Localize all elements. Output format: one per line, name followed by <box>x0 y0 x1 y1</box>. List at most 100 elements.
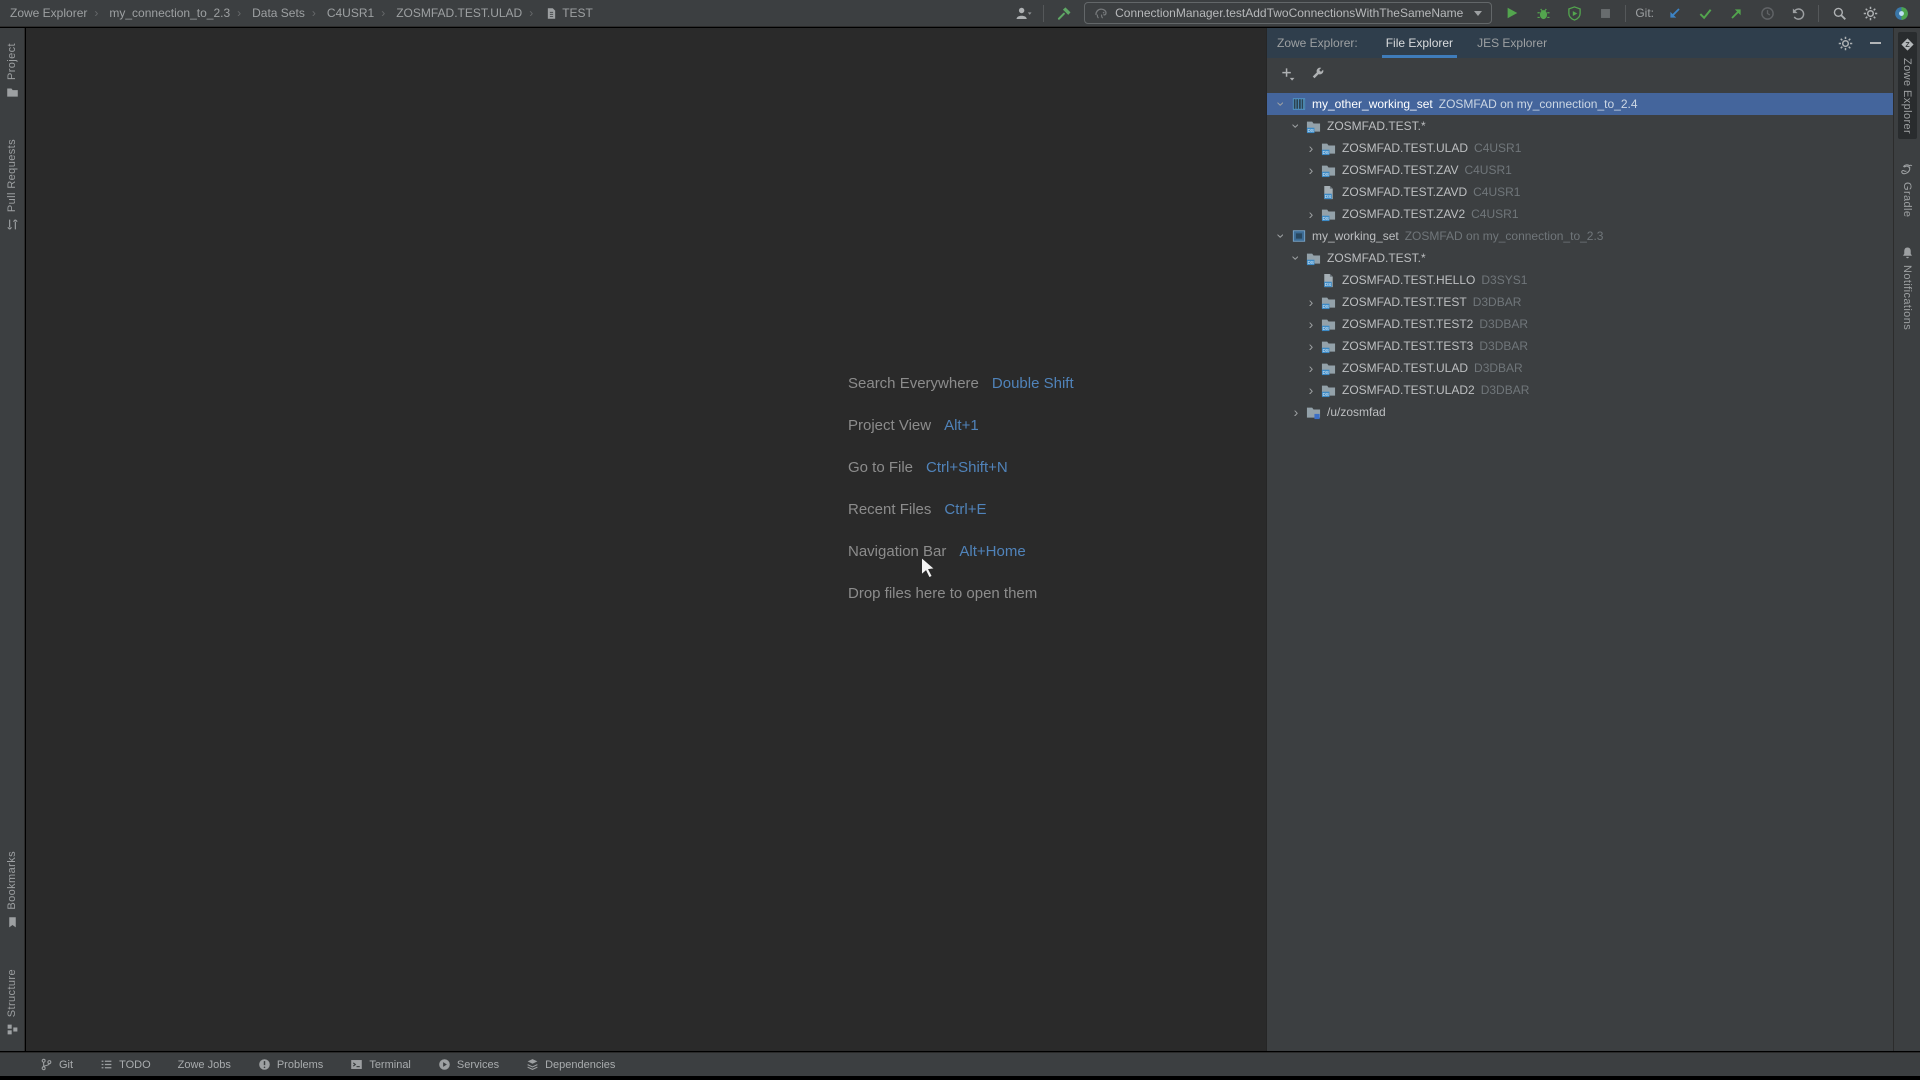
breadcrumb-item[interactable]: Zowe Explorer <box>10 6 87 20</box>
settings-button[interactable] <box>1859 2 1881 24</box>
folder-ds-icon: DS <box>1320 140 1337 156</box>
status-bar-item[interactable]: Problems <box>258 1058 323 1071</box>
status-bar-item[interactable]: Terminal <box>350 1058 411 1071</box>
stripe-button[interactable]: Z Zowe Explorer <box>1898 32 1917 139</box>
tree-row[interactable]: DS ZOSMFAD.TEST.TEST3 D3DBAR <box>1267 335 1893 357</box>
wrench-settings-button[interactable] <box>1309 64 1327 82</box>
minimize-button[interactable] <box>1867 35 1883 51</box>
stripe-button[interactable]: Notifications <box>1899 241 1916 335</box>
small-file-icon <box>544 5 558 21</box>
ide-logo-icon[interactable] <box>1890 2 1912 24</box>
run-button[interactable] <box>1501 2 1523 24</box>
tree-row[interactable]: DS ZOSMFAD.TEST.ULAD2 D3DBAR <box>1267 379 1893 401</box>
tool-window-tab[interactable]: JES Explorer <box>1465 28 1559 58</box>
tree-row[interactable]: my_other_working_set ZOSMFAD on my_conne… <box>1267 93 1893 115</box>
tree-chevron-icon[interactable] <box>1288 251 1304 265</box>
file-ds-icon: DS <box>1320 184 1337 200</box>
svg-text:DS: DS <box>1322 370 1329 375</box>
tree-chevron-icon[interactable] <box>1288 405 1304 419</box>
tree-row[interactable]: DS ZOSMFAD.TEST.TEST2 D3DBAR <box>1267 313 1893 335</box>
tree-row[interactable]: DS ZOSMFAD.TEST.ZAVD C4USR1 <box>1267 181 1893 203</box>
status-bar-item[interactable]: Services <box>438 1058 499 1071</box>
folder-ds-icon: DS <box>1320 316 1337 332</box>
tree-chevron-icon[interactable] <box>1303 141 1319 155</box>
history-button[interactable] <box>1756 2 1778 24</box>
tree-row[interactable]: DS ZOSMFAD.TEST.ZAV C4USR1 <box>1267 159 1893 181</box>
git-push-button[interactable] <box>1725 2 1747 24</box>
tree-chevron-icon[interactable] <box>1303 207 1319 221</box>
tree-row[interactable]: DS ZOSMFAD.TEST.ULAD C4USR1 <box>1267 137 1893 159</box>
tree-row[interactable]: /u/zosmfad <box>1267 401 1893 423</box>
minimize-icon <box>1870 42 1881 44</box>
tree-row[interactable]: DS ZOSMFAD.TEST.HELLO D3SYS1 <box>1267 269 1893 291</box>
tree-row[interactable]: DS ZOSMFAD.TEST.* <box>1267 247 1893 269</box>
tree-chevron-icon[interactable] <box>1288 119 1304 133</box>
stripe-button[interactable]: Structure <box>4 964 21 1041</box>
stripe-button[interactable]: Pull Requests <box>4 134 21 236</box>
status-bar-item[interactable]: Git <box>40 1058 73 1071</box>
add-button[interactable] <box>1278 64 1296 82</box>
svg-text:DS: DS <box>1322 216 1329 221</box>
breadcrumb-item[interactable]: TEST <box>522 5 593 21</box>
hint-line: Search Everywhere Double Shift <box>848 362 1074 404</box>
hint-line: Project View Alt+1 <box>848 404 1074 446</box>
tool-window-settings-button[interactable] <box>1837 35 1853 51</box>
toolbar-separator <box>1625 5 1626 22</box>
tree-chevron-icon[interactable] <box>1303 361 1319 375</box>
git-commit-button[interactable] <box>1694 2 1716 24</box>
svg-text:DS: DS <box>1322 172 1329 177</box>
status-bar: Git TODO Zowe Jobs Problems Terminal Ser… <box>0 1052 1920 1076</box>
run-coverage-button[interactable] <box>1563 2 1585 24</box>
svg-text:DS: DS <box>1325 194 1332 199</box>
tree-chevron-icon[interactable] <box>1303 295 1319 309</box>
breadcrumb-item[interactable]: Data Sets <box>230 6 305 20</box>
tree-chevron-icon[interactable] <box>1273 229 1289 243</box>
debug-button[interactable] <box>1532 2 1554 24</box>
hint-line: Drop files here to open them <box>848 572 1074 614</box>
tree-row[interactable]: DS ZOSMFAD.TEST.ULAD D3DBAR <box>1267 357 1893 379</box>
folder-ds-icon: DS <box>1320 294 1337 310</box>
status-bar-item[interactable]: Zowe Jobs <box>178 1059 231 1071</box>
breadcrumb-item[interactable]: C4USR1 <box>305 6 374 20</box>
tree-row[interactable]: DS ZOSMFAD.TEST.ZAV2 C4USR1 <box>1267 203 1893 225</box>
tool-window-tab[interactable]: File Explorer <box>1374 28 1465 58</box>
structure-icon <box>6 1023 19 1036</box>
status-bar-item[interactable]: Dependencies <box>526 1058 615 1071</box>
svg-text:DS: DS <box>1307 128 1314 133</box>
services-icon <box>438 1058 451 1071</box>
tool-window-header: Zowe Explorer: File Explorer JES Explore… <box>1267 28 1893 58</box>
tree-row[interactable]: DS ZOSMFAD.TEST.TEST D3DBAR <box>1267 291 1893 313</box>
folder-ds-icon: DS <box>1320 206 1337 222</box>
build-hammer-icon[interactable] <box>1053 2 1075 24</box>
editor-area[interactable] <box>26 28 1266 1051</box>
left-stripe-bottom: Bookmarks Structure <box>4 846 21 1041</box>
user-dropdown-icon[interactable] <box>1012 2 1034 24</box>
breadcrumb-item[interactable]: my_connection_to_2.3 <box>87 6 230 20</box>
git-update-button[interactable] <box>1663 2 1685 24</box>
tree-chevron-icon[interactable] <box>1303 163 1319 177</box>
tree-chevron-icon[interactable] <box>1273 97 1289 111</box>
rollback-button[interactable] <box>1787 2 1809 24</box>
search-everywhere-button[interactable] <box>1828 2 1850 24</box>
breadcrumb-item[interactable]: ZOSMFAD.TEST.ULAD <box>374 6 522 20</box>
tree-chevron-icon[interactable] <box>1303 317 1319 331</box>
stripe-button[interactable]: Gradle <box>1898 157 1916 222</box>
zowe-explorer-tool-window: Zowe Explorer: File Explorer JES Explore… <box>1266 28 1893 1051</box>
hint-line: Go to File Ctrl+Shift+N <box>848 446 1074 488</box>
tree-chevron-icon[interactable] <box>1303 383 1319 397</box>
tree-chevron-icon[interactable] <box>1303 339 1319 353</box>
folder-ds-icon: DS <box>1320 338 1337 354</box>
stop-button[interactable] <box>1594 2 1616 24</box>
run-configuration-select[interactable]: ConnectionManager.testAddTwoConnectionsW… <box>1084 2 1492 24</box>
working-set-grid-icon <box>1290 96 1307 112</box>
svg-text:Z: Z <box>1905 42 1910 49</box>
svg-text:DS: DS <box>1322 304 1329 309</box>
status-bar-item[interactable]: TODO <box>100 1058 151 1071</box>
ide-window: { "topbar": { "breadcrumbs": [ {"label":… <box>0 0 1920 1080</box>
stripe-button[interactable]: Project <box>4 38 21 104</box>
tree-row[interactable]: my_working_set ZOSMFAD on my_connection_… <box>1267 225 1893 247</box>
tree-row[interactable]: DS ZOSMFAD.TEST.* <box>1267 115 1893 137</box>
zowe-icon: Z <box>1900 37 1915 52</box>
folder-ds-icon: DS <box>1320 382 1337 398</box>
stripe-button[interactable]: Bookmarks <box>4 846 21 934</box>
